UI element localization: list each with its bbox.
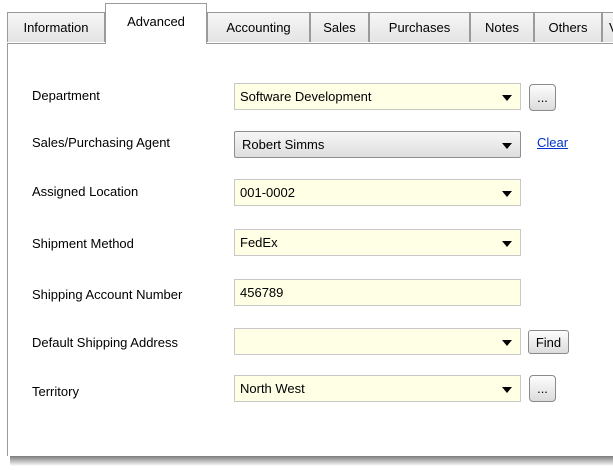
chevron-down-icon [502,387,512,393]
shipping-address-select[interactable] [234,328,521,355]
shipment-select[interactable]: FedEx [234,229,521,256]
shipment-label: Shipment Method [32,236,134,251]
tab-sales[interactable]: Sales [310,12,369,42]
chevron-down-icon [502,340,512,346]
agent-select[interactable]: Robert Simms [234,131,521,158]
tab-others[interactable]: Others [534,12,602,42]
find-label: Find [535,334,562,350]
location-label: Assigned Location [32,184,139,199]
department-ellipsis-button[interactable]: ... [529,84,556,111]
tab-accounting[interactable]: Accounting [207,12,310,42]
tab-label: Notes [485,20,519,35]
ellipsis-label: ... [537,381,548,396]
agent-value: Robert Simms [242,137,325,152]
territory-select[interactable]: North West [234,375,521,402]
tab-advanced[interactable]: Advanced [105,3,207,44]
tab-information[interactable]: Information [7,12,105,42]
territory-label: Territory [32,384,79,399]
account-number-value: 456789 [240,285,284,300]
account-number-field[interactable]: 456789 [234,279,521,306]
tab-purchases[interactable]: Purchases [369,12,470,42]
location-select[interactable]: 001-0002 [234,179,521,206]
chevron-down-icon [502,191,512,197]
tab-label: Advanced [127,13,185,29]
tab-more[interactable]: V [602,12,613,42]
tab-label: Information [23,20,89,35]
account-number-label: Shipping Account Number [32,287,183,302]
department-label: Department [32,88,100,103]
clear-link[interactable]: Clear [537,135,568,150]
chevron-down-icon [502,143,512,149]
tab-label: Others [548,20,588,35]
territory-value: North West [240,381,305,396]
tab-label: Sales [323,20,356,35]
tab-strip: Information Advanced Accounting Sales Pu… [7,0,613,44]
department-value: Software Development [240,89,372,104]
tab-label: Purchases [388,20,451,35]
agent-label: Sales/Purchasing Agent [32,135,171,150]
territory-ellipsis-button[interactable]: ... [529,375,556,402]
ellipsis-label: ... [537,90,548,105]
location-value: 001-0002 [240,185,295,200]
tab-label: Accounting [226,20,291,35]
tab-notes[interactable]: Notes [470,12,534,42]
shipping-address-label: Default Shipping Address [32,335,178,350]
find-button[interactable]: Find [528,330,569,354]
panel-shadow [10,456,613,466]
chevron-down-icon [502,241,512,247]
department-select[interactable]: Software Development [234,83,521,110]
tab-label: V [609,20,613,35]
chevron-down-icon [502,95,512,101]
shipment-value: FedEx [240,235,278,250]
